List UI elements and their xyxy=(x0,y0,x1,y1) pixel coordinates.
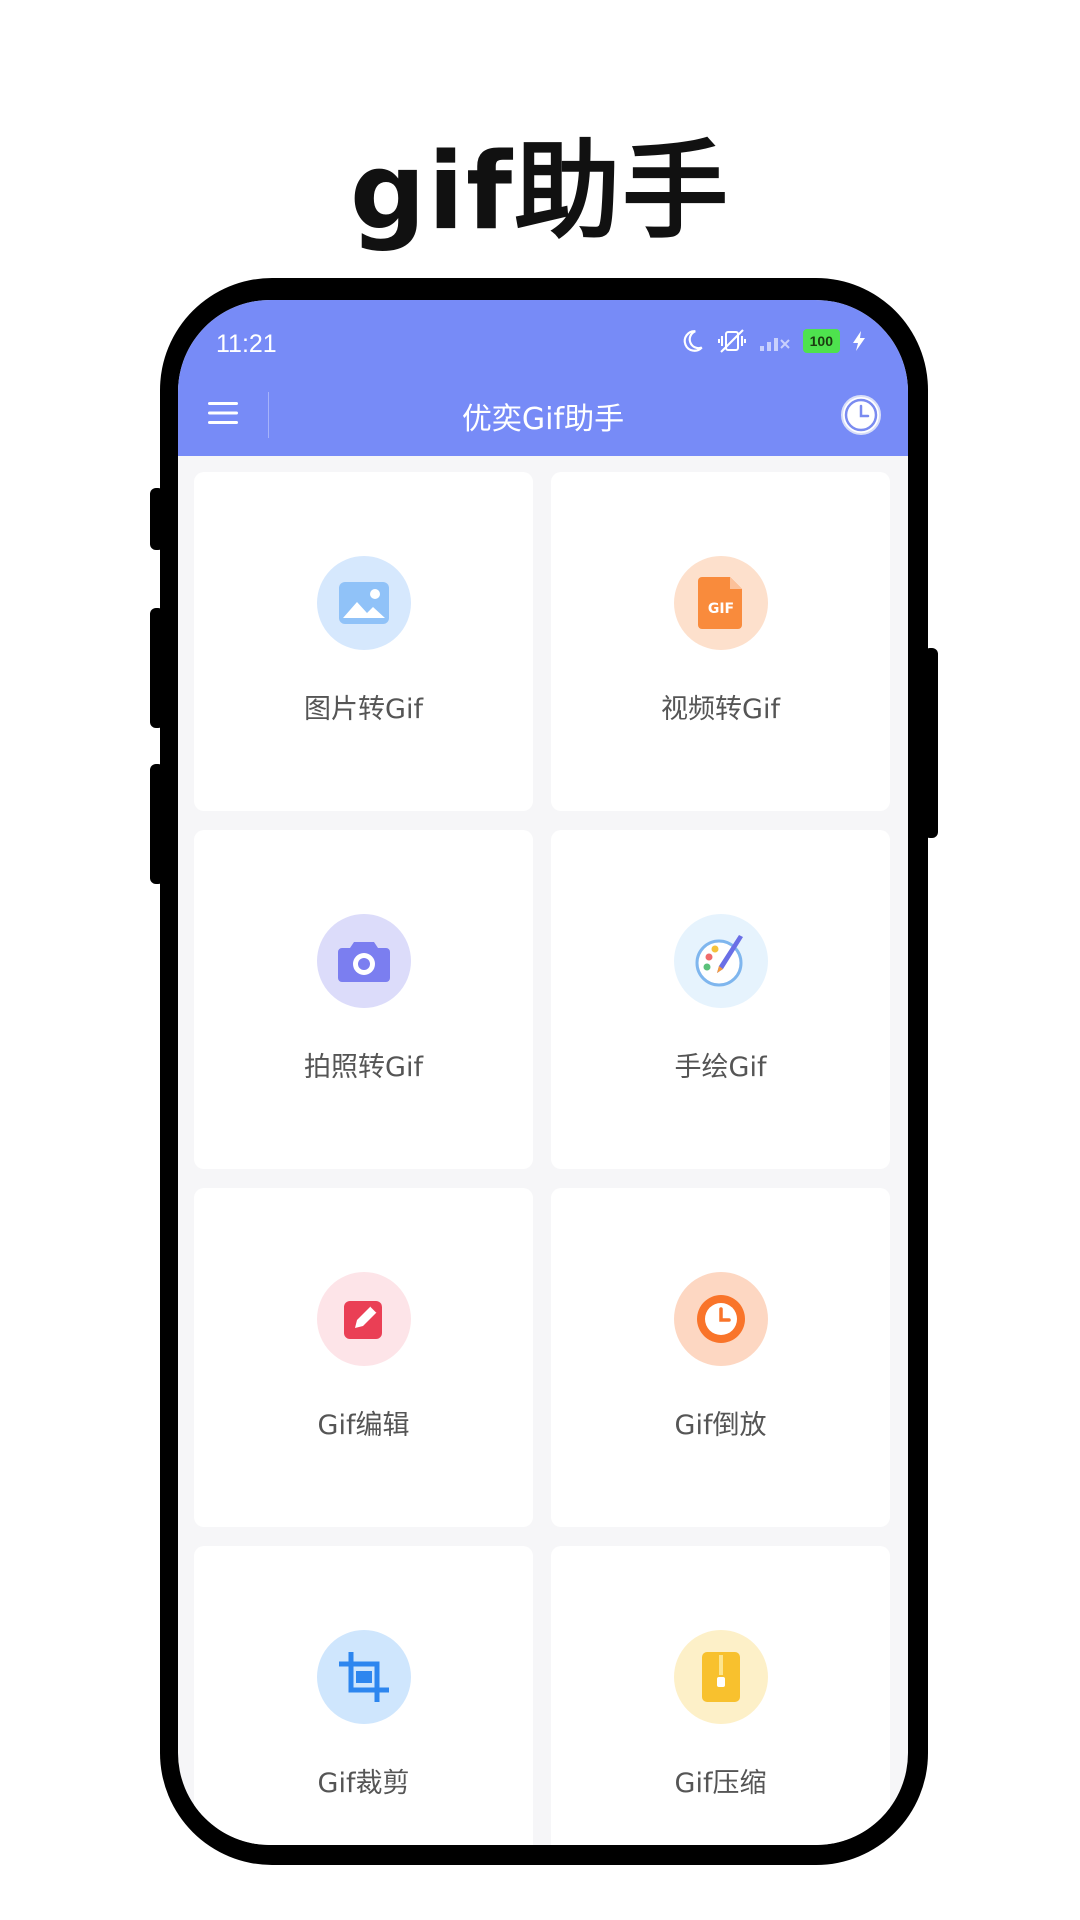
crop-icon xyxy=(339,1652,389,1702)
tool-card-video-to-gif[interactable]: GIF 视频转Gif xyxy=(551,472,890,811)
tool-label: Gif倒放 xyxy=(674,1410,767,1441)
edit-icon-wrapper xyxy=(317,1272,411,1366)
gif-file-icon: GIF xyxy=(698,577,742,629)
clock-icon xyxy=(697,1295,745,1343)
tool-card-hand-drawn-gif[interactable]: 手绘Gif xyxy=(551,830,890,1169)
app-bar: 优奕Gif助手 xyxy=(178,374,908,456)
status-bar: 11:21 100 xyxy=(178,300,908,374)
promo-title: gif助手 xyxy=(349,130,731,253)
vibrate-off-icon xyxy=(717,329,746,353)
phone-frame: 11:21 100 优奕Gif助手 图片转Gif GIF 视频转Gif 拍照转G… xyxy=(160,278,928,1865)
camera-icon-wrapper xyxy=(317,914,411,1008)
zip-icon xyxy=(702,1652,740,1702)
tool-label: 视频转Gif xyxy=(661,694,780,725)
charging-icon xyxy=(853,331,865,351)
paint-palette-icon-wrapper xyxy=(674,914,768,1008)
camera-icon xyxy=(338,942,390,982)
reverse-clock-icon-wrapper xyxy=(674,1272,768,1366)
tool-label: 拍照转Gif xyxy=(304,1052,423,1083)
tool-card-gif-compress[interactable]: Gif压缩 xyxy=(551,1546,890,1845)
tool-label: 手绘Gif xyxy=(674,1052,767,1083)
app-title: 优奕Gif助手 xyxy=(461,402,625,437)
phone-screen: 11:21 100 优奕Gif助手 图片转Gif GIF 视频转Gif 拍照转G… xyxy=(178,300,908,1845)
tool-card-gif-reverse[interactable]: Gif倒放 xyxy=(551,1188,890,1527)
signal-icon xyxy=(759,338,790,351)
tool-label: 图片转Gif xyxy=(304,694,423,725)
svg-text:GIF: GIF xyxy=(708,601,734,617)
tool-label: Gif编辑 xyxy=(317,1410,410,1441)
tool-card-gif-crop[interactable]: Gif裁剪 xyxy=(194,1546,533,1845)
status-time: 11:21 xyxy=(216,330,277,358)
crop-icon-wrapper xyxy=(317,1630,411,1724)
tool-card-gif-edit[interactable]: Gif编辑 xyxy=(194,1188,533,1527)
tool-label: Gif压缩 xyxy=(674,1768,767,1799)
gif-file-icon-wrapper: GIF xyxy=(674,556,768,650)
tool-card-camera-to-gif[interactable]: 拍照转Gif xyxy=(194,830,533,1169)
tool-label: Gif裁剪 xyxy=(317,1768,410,1799)
battery-indicator: 100 xyxy=(802,329,840,353)
zip-icon-wrapper xyxy=(674,1630,768,1724)
tools-grid: 图片转Gif GIF 视频转Gif 拍照转Gif 手绘Gif Gif编辑 Gif… xyxy=(194,472,894,1845)
image-icon xyxy=(339,582,389,624)
moon-icon xyxy=(683,330,703,352)
image-icon-wrapper xyxy=(317,556,411,650)
edit-icon xyxy=(344,1301,382,1339)
paint-palette-icon xyxy=(695,935,743,987)
tool-card-image-to-gif[interactable]: 图片转Gif xyxy=(194,472,533,811)
status-icons: 100 xyxy=(679,328,866,354)
history-clock-icon[interactable] xyxy=(840,394,882,436)
